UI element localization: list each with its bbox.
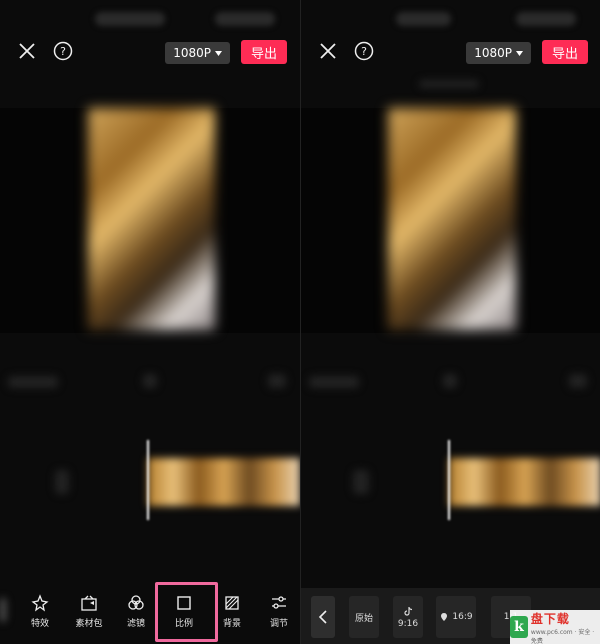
tool-label: 素材包 xyxy=(75,619,103,629)
hint-text-blur xyxy=(419,80,479,88)
editor-panel-right: ? 1080P 导出 原始 9:16 16:9 1:1 xyxy=(301,0,600,644)
ratio-option-16-9[interactable]: 16:9 xyxy=(436,596,476,638)
toolbar-edge xyxy=(0,598,6,622)
svg-text:?: ? xyxy=(60,45,66,58)
audio-track-blur xyxy=(353,470,369,494)
logo-title: 盘下载 xyxy=(530,611,570,626)
sparkle-icon xyxy=(31,594,49,612)
close-icon[interactable] xyxy=(317,40,339,62)
status-bar-blur xyxy=(396,12,451,26)
export-button[interactable]: 导出 xyxy=(241,40,287,64)
resolution-label: 1080P xyxy=(173,46,211,60)
asset-pack-icon xyxy=(81,595,97,611)
tool-effects[interactable]: 特效 xyxy=(20,594,60,629)
bottom-toolbar: 特效 素材包 滤镜 比例 背景 调节 xyxy=(0,594,300,638)
video-frame xyxy=(88,108,215,330)
logo-subtitle: www.pc6.com · 安全 · 免费 xyxy=(530,628,595,644)
resolution-dropdown[interactable]: 1080P xyxy=(165,42,230,64)
ratio-highlight-box xyxy=(155,582,218,642)
export-button[interactable]: 导出 xyxy=(542,40,588,64)
chevron-down-icon xyxy=(516,50,523,56)
watermark-logo: k 盘下载 www.pc6.com · 安全 · 免费 xyxy=(510,610,600,644)
timeline-strip[interactable] xyxy=(148,458,300,506)
tool-background[interactable]: 背景 xyxy=(212,594,252,629)
tool-filter[interactable]: 滤镜 xyxy=(116,594,156,629)
ratio-label: 9:16 xyxy=(397,618,419,629)
back-button[interactable] xyxy=(311,596,335,638)
ratio-label: 16:9 xyxy=(452,612,473,622)
status-bar-blur xyxy=(215,12,275,26)
location-pin-icon xyxy=(441,613,448,621)
tool-label: 滤镜 xyxy=(126,619,145,629)
playhead[interactable] xyxy=(147,440,149,520)
tool-label: 调节 xyxy=(269,619,288,629)
resolution-dropdown[interactable]: 1080P xyxy=(466,42,531,64)
tool-label: 特效 xyxy=(30,619,49,629)
timecode-blur xyxy=(8,376,58,388)
ratio-option-original[interactable]: 原始 xyxy=(349,596,379,638)
chevron-down-icon xyxy=(215,50,222,56)
audio-track-blur xyxy=(55,470,69,494)
resolution-label: 1080P xyxy=(474,46,512,60)
play-icon xyxy=(143,374,157,388)
tool-adjust[interactable]: 调节 xyxy=(259,594,299,629)
close-icon[interactable] xyxy=(16,40,38,62)
ratio-option-9-16[interactable]: 9:16 xyxy=(393,596,423,638)
timeline-strip[interactable] xyxy=(449,458,600,506)
fullscreen-icon xyxy=(569,374,587,388)
fullscreen-icon xyxy=(268,374,286,388)
svg-text:?: ? xyxy=(361,45,367,58)
tiktok-icon xyxy=(404,606,413,616)
play-icon xyxy=(443,374,457,388)
tool-asset-pack[interactable]: 素材包 xyxy=(69,594,109,629)
tool-label: 背景 xyxy=(222,619,241,629)
playhead[interactable] xyxy=(448,440,450,520)
status-bar-blur xyxy=(95,12,165,26)
editor-panel-left: ? 1080P 导出 特效 素材包 滤镜 比例 背景 调节 xyxy=(0,0,300,644)
background-icon xyxy=(225,596,239,610)
help-icon[interactable]: ? xyxy=(52,40,74,62)
adjust-sliders-icon xyxy=(272,596,286,609)
timecode-blur xyxy=(309,376,359,388)
chevron-left-icon xyxy=(318,610,327,624)
filter-icon xyxy=(128,595,144,610)
ratio-label: 原始 xyxy=(354,613,373,624)
logo-mark: k xyxy=(510,616,528,638)
status-bar-blur xyxy=(516,12,576,26)
help-icon[interactable]: ? xyxy=(353,40,375,62)
video-frame xyxy=(388,108,516,330)
